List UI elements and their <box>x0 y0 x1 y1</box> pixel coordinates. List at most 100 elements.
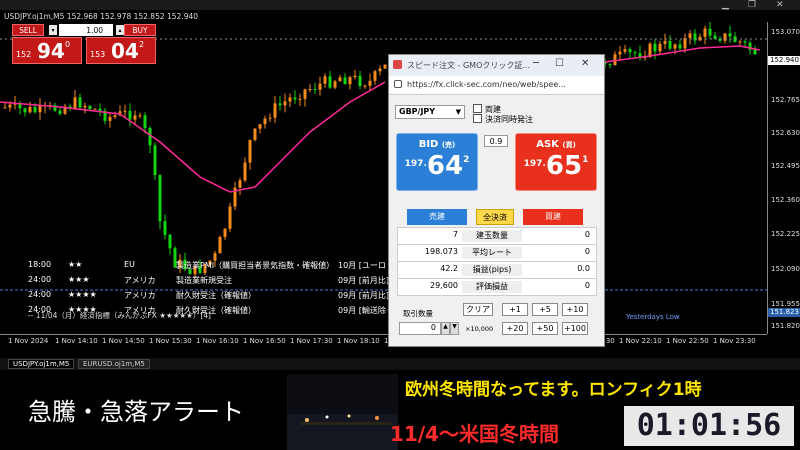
buy-button[interactable]: BUY <box>124 24 156 36</box>
lot-up-arrow[interactable]: ▴ <box>116 25 124 35</box>
candle-body <box>128 110 132 120</box>
step-button[interactable]: +10 <box>562 303 588 316</box>
candle-body <box>143 115 147 129</box>
tab-sell-position[interactable]: 売建 <box>407 209 467 225</box>
ask-button[interactable]: ASK (買) 197.651 <box>515 133 597 191</box>
close-icon[interactable]: ✕ <box>581 58 589 69</box>
candle-body <box>123 110 127 112</box>
candle-body <box>248 140 252 163</box>
close-icon[interactable]: ✕ <box>776 0 784 10</box>
sell-button[interactable]: SELL <box>12 24 44 36</box>
quantity-up-arrow[interactable]: ▲ <box>441 322 450 335</box>
calendar-country: アメリカ <box>124 291 156 300</box>
candle-body <box>308 89 312 91</box>
maximize-icon[interactable]: ☐ <box>555 58 564 69</box>
step-button[interactable]: +100 <box>562 322 588 335</box>
winter-time-message: 欧州冬時間なってます。ロンフィク1時 <box>405 380 702 400</box>
candle-body <box>148 128 152 146</box>
mt4-terminal: ▁ ❐ ✕ USDJPY.oj1m,M5 152.968 152.978 152… <box>0 0 800 372</box>
minimize-icon[interactable]: ─ <box>533 58 539 69</box>
candle-body <box>613 54 617 66</box>
minimize-icon[interactable]: ▁ <box>722 0 729 10</box>
candle-body <box>268 117 272 119</box>
calendar-month: 09月 [前月比] <box>338 276 389 285</box>
speed-order-window: スピード注文 - GMOクリック証... ─ ☐ ✕ https://fx.cl… <box>388 54 605 347</box>
candle-body <box>243 162 247 181</box>
candle-body <box>353 75 357 78</box>
step-button[interactable]: +50 <box>532 322 558 335</box>
candle-body <box>628 49 632 53</box>
candle-body <box>663 40 667 44</box>
quantity-input[interactable]: 0 <box>399 322 441 335</box>
tab-usdjpy[interactable]: USDJPY.oj1m,M5 <box>8 359 75 369</box>
ask-pip: 1 <box>582 155 589 165</box>
x-tick-label: 1 Nov 17:30 <box>290 337 333 345</box>
step-button[interactable]: +5 <box>532 303 558 316</box>
ask-small: 197. <box>523 159 546 169</box>
candle-body <box>328 76 332 88</box>
candle-body <box>313 89 317 91</box>
candle-body <box>168 234 172 249</box>
calendar-note: -- 11/04（月）経済指標（みんかぶFX ★★★★★）[4] <box>28 311 211 320</box>
candle-body <box>673 44 677 49</box>
candle-body <box>668 40 672 49</box>
y-tick-label: 152.225 <box>771 230 800 238</box>
y-tick-label: 151.955 <box>771 300 800 308</box>
tab-buy-position[interactable]: 買建 <box>523 209 583 225</box>
bid-button[interactable]: BID (売) 197.642 <box>396 133 478 191</box>
step-button[interactable]: +1 <box>502 303 528 316</box>
simultaneous-close-checkbox[interactable]: 決済同時発注 <box>473 114 533 125</box>
clear-button[interactable]: クリア <box>463 303 493 316</box>
candle-body <box>273 103 277 118</box>
buy-price-big: 04 <box>111 39 139 63</box>
calendar-event: 製造業PMI（購買担当者景気指数・確報値） <box>176 261 335 270</box>
close-all-button[interactable]: 全決済 <box>476 209 514 225</box>
summary-v2: 0 <box>584 281 590 290</box>
sell-price[interactable]: 152 94 0 <box>12 37 82 64</box>
candle-body <box>658 43 662 52</box>
calendar-event: 耐久財受注（確報値） <box>176 291 256 300</box>
quantity-down-arrow[interactable]: ▼ <box>450 322 459 335</box>
summary-label: 評価損益 <box>462 281 522 293</box>
ask-sub: (買) <box>562 141 576 149</box>
candle-body <box>158 175 162 222</box>
restore-icon[interactable]: ❐ <box>748 0 756 10</box>
calendar-stars: ★★ <box>68 260 83 269</box>
summary-row: 7 建玉数量 0 <box>397 227 597 245</box>
currency-pair-value: GBP/JPY <box>399 107 436 116</box>
buy-price-small: 153 <box>90 50 106 59</box>
summary-v1: 42.2 <box>440 264 458 273</box>
candle-body <box>728 33 732 37</box>
currency-pair-select[interactable]: GBP/JPY ▼ <box>395 105 465 119</box>
candle-body <box>153 145 157 176</box>
summary-label: 損益(pips) <box>462 264 522 276</box>
lot-down-arrow[interactable]: ▾ <box>49 25 57 35</box>
candle-body <box>753 49 757 55</box>
buy-price[interactable]: 153 04 2 <box>86 37 156 64</box>
calendar-time: 18:00 <box>28 260 52 269</box>
window-title-bar <box>0 0 800 10</box>
lot-input[interactable]: 1.00 <box>59 24 113 36</box>
tab-eurusd[interactable]: EURUSD.oj1m,M5 <box>78 359 150 369</box>
step-button[interactable]: +20 <box>502 322 528 335</box>
price-chart[interactable] <box>0 22 767 334</box>
speed-order-title-bar: スピード注文 - GMOクリック証... ─ ☐ ✕ <box>389 55 604 75</box>
candle-body <box>138 115 142 117</box>
candle-body <box>38 105 42 113</box>
position-summary-table: 7 建玉数量 0 198.073 平均レート 0 42.2 損益(pips) 0.0 29,600… <box>397 227 597 296</box>
candle-body <box>238 180 242 188</box>
price-axis: 153.070 152.940 152.765 152.630 152.495 152.3… <box>767 22 800 334</box>
speed-order-title: スピード注文 - GMOクリック証... <box>407 61 530 70</box>
moving-average-line <box>0 81 386 193</box>
calendar-country: アメリカ <box>124 276 156 285</box>
simultaneous-close-label: 決済同時発注 <box>485 115 533 124</box>
candle-body <box>648 43 652 57</box>
time-axis: 1 Nov 2024 1 Nov 14:10 1 Nov 14:50 1 Nov 15… <box>0 334 767 347</box>
candle-body <box>383 64 387 69</box>
candle-body <box>93 108 97 110</box>
summary-v1: 198.073 <box>424 247 458 256</box>
candle-body <box>338 77 342 82</box>
y-tick-label: 152.630 <box>771 129 800 137</box>
yesterday-low-label: Yesterdays Low <box>626 313 680 321</box>
candle-body <box>358 75 362 87</box>
